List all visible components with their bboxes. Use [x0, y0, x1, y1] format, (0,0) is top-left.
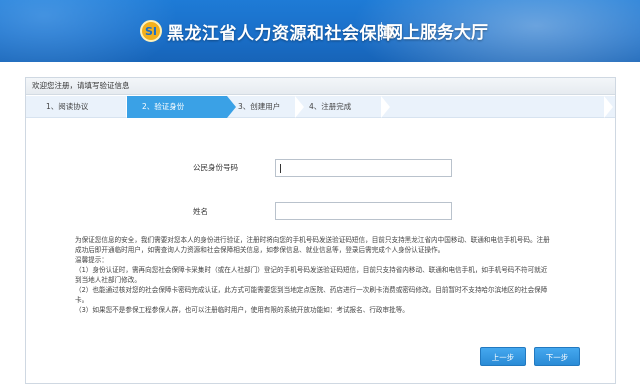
- verification-notice: 为保证您信息的安全，我们需要对您本人的身份进行验证，注册时将向您的手机号码发送验…: [75, 235, 550, 315]
- registration-panel: 欢迎您注册，请填写验证信息 1、阅读协议 2、验证身份 3、创建用户 4、注册完…: [25, 77, 616, 384]
- notice-tip-2: （2）也能通过核对您的社会保障卡密码完成认证，此方式可能需要您到当地定点医院、药…: [75, 286, 548, 304]
- name-label: 姓名: [193, 207, 208, 216]
- notice-paragraph: 为保证您信息的安全，我们需要对您本人的身份进行验证，注册时将向您的手机号码发送验…: [75, 236, 550, 254]
- next-step-button[interactable]: 下一步: [534, 347, 580, 366]
- logo-letter: SI: [144, 24, 157, 38]
- id-number-input[interactable]: [275, 159, 452, 177]
- step-complete: 4、注册完成: [309, 102, 352, 111]
- id-number-label: 公民身份号码: [193, 163, 238, 172]
- panel-header: 欢迎您注册，请填写验证信息: [26, 78, 615, 95]
- site-subtitle: 网上服务大厅: [386, 23, 488, 43]
- step-verify-identity: 2、验证身份: [127, 96, 227, 118]
- text-caret: [280, 164, 281, 173]
- notice-tip-title: 温馨提示：: [75, 256, 108, 264]
- title-divider: [381, 22, 382, 40]
- site-banner: SI 黑龙江省人力资源和社会保障 网上服务大厅: [0, 0, 640, 62]
- step-read-agreement: 1、阅读协议: [46, 102, 89, 111]
- step-active-arrow: [227, 96, 236, 118]
- site-title: 黑龙江省人力资源和社会保障: [167, 24, 395, 44]
- notice-tip-1: （1）身份认证时，需再向您社会保障卡采集时（或在人社部门）登记的手机号码发送验证…: [75, 266, 548, 284]
- name-input[interactable]: [275, 202, 452, 220]
- step-separator: [295, 96, 304, 118]
- prev-step-button[interactable]: 上一步: [480, 347, 526, 366]
- step-progress-bar: 1、阅读协议 2、验证身份 3、创建用户 4、注册完成: [26, 96, 615, 118]
- social-security-logo-icon: SI: [140, 20, 162, 42]
- step-end-arrow: [604, 96, 613, 118]
- notice-tip-3: （3）如果您不是参保工程参保人群，也可以注册临时用户，使用有限的系统开放功能如：…: [75, 306, 409, 314]
